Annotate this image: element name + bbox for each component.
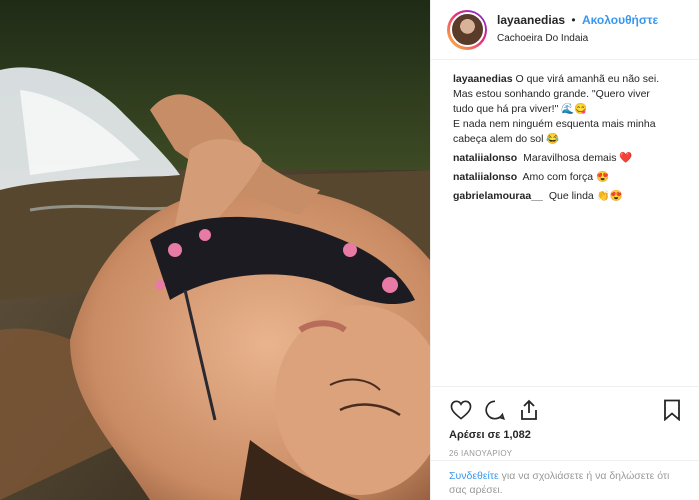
login-prompt: Συνδεθείτε για να σχολιάσετε ή να δηλώσε… (431, 460, 699, 500)
caption-line: E nada nem ninguém esquenta mais minha (453, 118, 656, 130)
avatar-image (449, 12, 485, 47)
author-username[interactable]: layaanedias (497, 13, 565, 27)
caption-line: Mas estou sonhando grande. "Quero viver (453, 88, 650, 100)
post-photo[interactable] (0, 0, 430, 500)
author-avatar[interactable] (447, 9, 487, 50)
separator-dot: • (571, 13, 576, 27)
post-actions: Αρέσει σε 1,082 26 ΙΑΝΟΥΑΡΙΟΥ (431, 386, 699, 458)
comment-text: Maravilhosa demais ❤️ (523, 152, 633, 164)
caption-line: tudo que há pra viver!" 🌊😋 (453, 103, 588, 115)
location-link[interactable]: Cachoeira Do Indaia (497, 31, 658, 47)
caption: layaanedias O que virá amanhã eu não sei.… (453, 72, 683, 147)
comment-bubble-icon[interactable] (483, 398, 507, 422)
login-link[interactable]: Συνδεθείτε (449, 470, 499, 482)
post-header: layaanedias • Ακολουθήστε Cachoeira Do I… (431, 0, 699, 60)
caption-line: cabeça alem do sol 😂 (453, 133, 560, 145)
author-info: layaanedias • Ακολουθήστε Cachoeira Do I… (497, 12, 658, 47)
comment-text: Que linda 👏😍 (548, 190, 623, 202)
comment-username[interactable]: gabrielamouraa__ (453, 190, 543, 202)
share-icon[interactable] (517, 398, 541, 422)
caption-line: O que virá amanhã eu não sei. (515, 73, 660, 85)
comment-username[interactable]: nataliialonso (453, 152, 517, 164)
post-side-panel: layaanedias • Ακολουθήστε Cachoeira Do I… (430, 0, 699, 500)
comment-text: Amo com força 😍 (522, 171, 610, 183)
action-icons (449, 393, 684, 427)
follow-button[interactable]: Ακολουθήστε (582, 13, 658, 27)
comment-item: gabrielamouraa__ Que linda 👏😍 (453, 189, 683, 204)
caption-username[interactable]: layaanedias (453, 73, 513, 85)
comment-username[interactable]: nataliialonso (453, 171, 517, 183)
likes-count[interactable]: Αρέσει σε 1,082 (449, 429, 684, 441)
comment-item: nataliialonso Maravilhosa demais ❤️ (453, 151, 683, 166)
heart-icon[interactable] (449, 398, 473, 422)
bookmark-icon[interactable] (660, 398, 684, 422)
comments-list: layaanedias O que virá amanhã eu não sei.… (431, 60, 699, 204)
post-photo-art (0, 0, 430, 500)
comment-item: nataliialonso Amo com força 😍 (453, 170, 683, 185)
post-date[interactable]: 26 ΙΑΝΟΥΑΡΙΟΥ (449, 449, 684, 458)
